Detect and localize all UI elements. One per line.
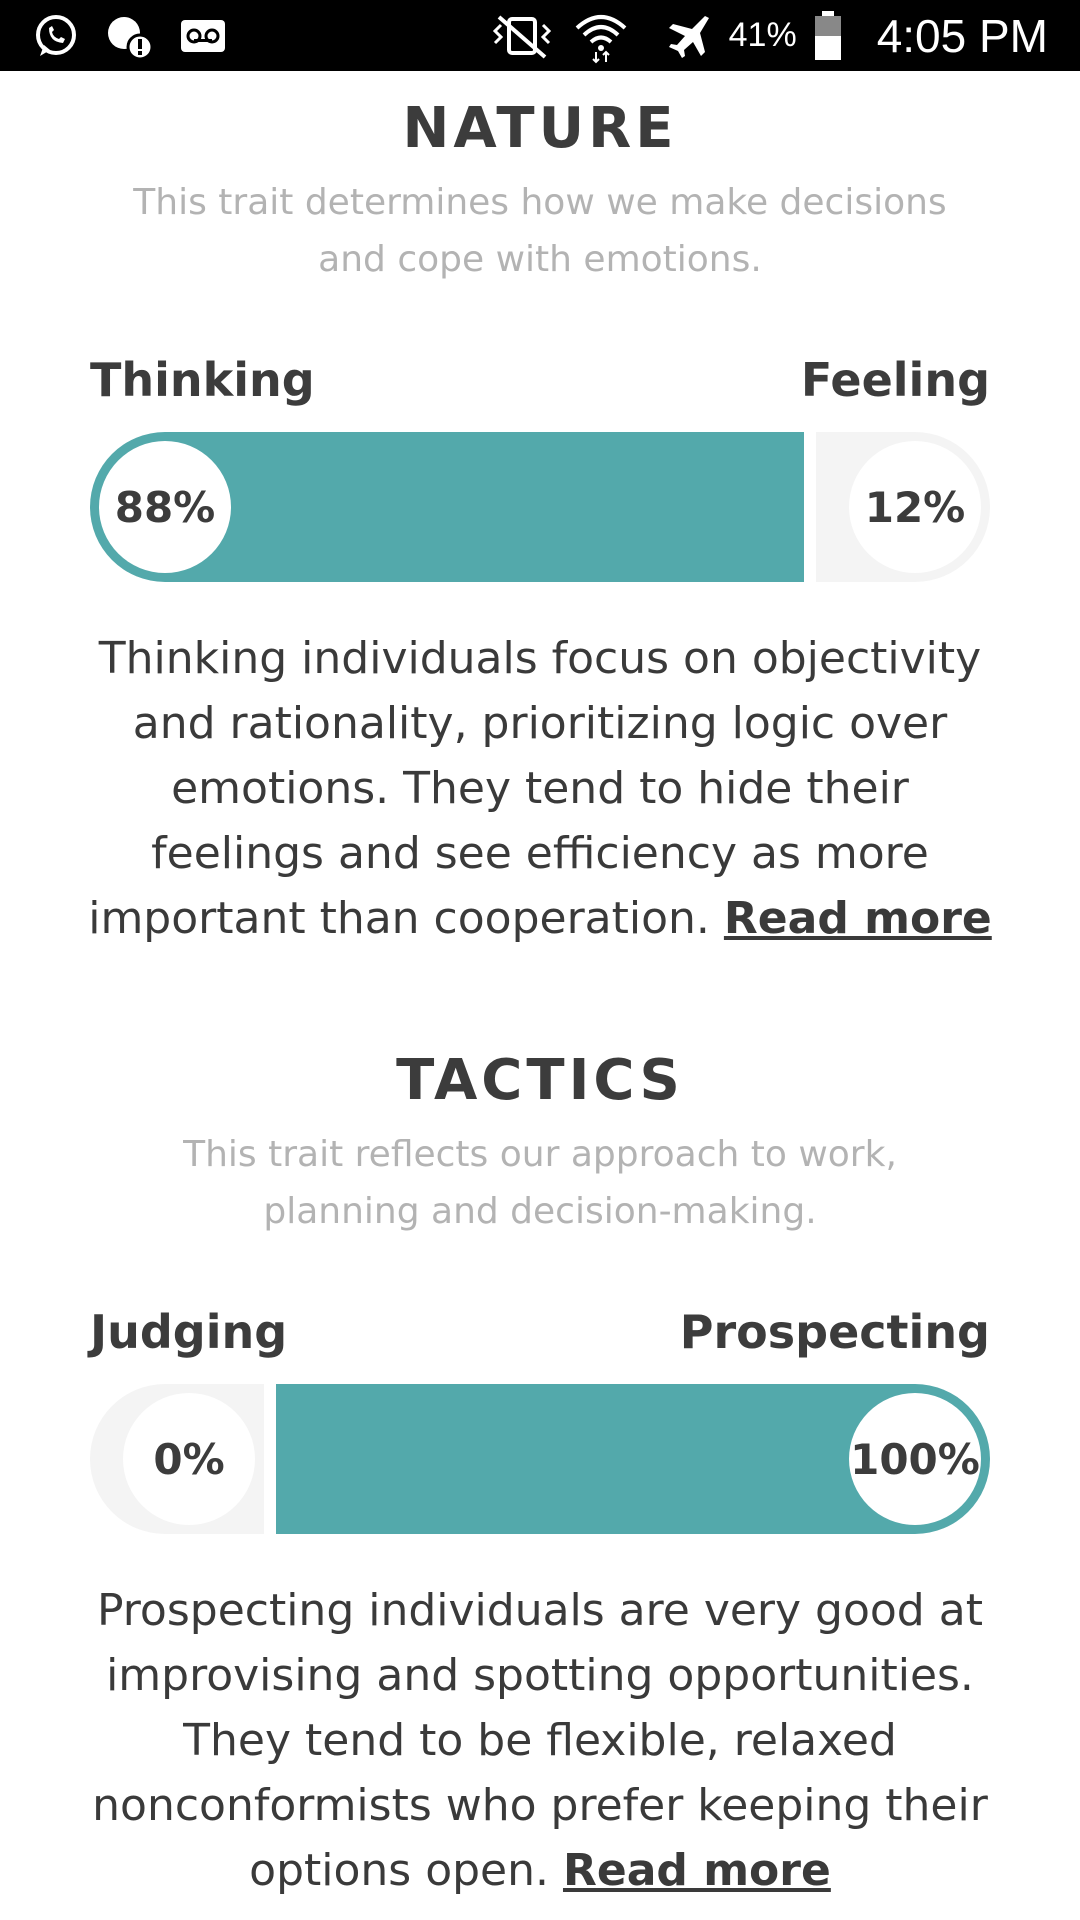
wifi-icon [573,8,629,64]
airplane-mode-icon [665,12,713,60]
vibrate-mute-icon [487,11,557,61]
percent-bubble-left: 88% [99,441,231,573]
section-title: TACTICS [396,1048,684,1113]
clock: 4:05 PM [876,9,1048,62]
trait-bar: 0% 100% [90,1384,990,1534]
voicemail-icon [180,19,226,53]
section-title: NATURE [402,96,678,161]
trait-bar: 88% 12% [90,432,990,582]
section-subtitle: This trait reflects our approach to work… [183,1134,897,1232]
alert-notification-icon [104,11,156,61]
read-more-link[interactable]: Read more [724,893,992,944]
whatsapp-icon [32,12,80,60]
trait-description: Prospecting individuals are very good at… [80,1578,1000,1903]
percent-bubble-left: 0% [123,1393,255,1525]
read-more-link[interactable]: Read more [563,1845,831,1896]
battery-icon [813,10,843,62]
percent-bubble-right: 12% [849,441,981,573]
status-bar: 41% 4:05 PM [0,0,1080,71]
right-trait-label: Feeling [800,353,990,407]
right-trait-label: Prospecting [679,1305,990,1359]
left-trait-label: Thinking [90,353,315,407]
section-subtitle: This trait determines how we make decisi… [133,182,947,280]
description-text: Prospecting individuals are very good at… [92,1585,988,1896]
trait-description: Thinking individuals focus on objectivit… [80,626,1000,951]
battery-percent: 41% [728,16,797,54]
percent-bubble-right: 100% [849,1393,981,1525]
left-trait-label: Judging [90,1305,288,1359]
